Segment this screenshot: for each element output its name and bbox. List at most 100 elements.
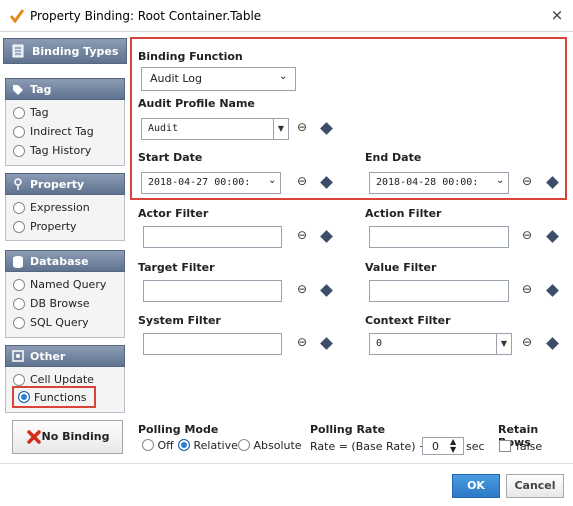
retain-rows-value: false <box>516 440 543 453</box>
polling-relative-radio[interactable]: Relative <box>178 439 238 452</box>
binding-types-label: Binding Types <box>32 45 119 58</box>
polling-rate-spinner[interactable]: 0 ▲ ▼ <box>422 437 464 455</box>
radio-circle <box>13 202 25 214</box>
dropdown-arrow-icon[interactable]: ▼ <box>273 119 288 139</box>
binding-types-icon <box>12 44 24 58</box>
radio-db-browse[interactable]: DB Browse <box>13 297 90 310</box>
radio-label: Tag <box>30 106 49 119</box>
cancel-button[interactable]: Cancel <box>506 474 564 498</box>
radio-circle <box>13 374 25 386</box>
section-other-header[interactable]: Other <box>5 345 125 367</box>
link-icon[interactable]: ⊖ <box>297 335 307 349</box>
radio-label: Property <box>30 220 77 233</box>
tag-icon[interactable] <box>320 337 333 350</box>
polling-absolute-radio[interactable]: Absolute <box>238 439 302 452</box>
radio-circle <box>13 317 25 329</box>
property-icon <box>14 178 22 190</box>
polling-off-label: Off <box>157 439 174 452</box>
no-binding-label: No Binding <box>41 430 110 443</box>
radio-circle <box>13 221 25 233</box>
dropdown-arrow-icon[interactable]: ▼ <box>496 334 511 354</box>
link-icon[interactable]: ⊖ <box>522 174 532 188</box>
radio-functions[interactable]: Functions <box>12 386 96 408</box>
start-date-picker[interactable]: 2018-04-27 00:00: ⌄ <box>141 172 281 194</box>
section-property-header[interactable]: Property <box>5 173 125 195</box>
section-database-body: Named Query DB Browse SQL Query <box>5 272 125 338</box>
binding-function-label: Binding Function <box>138 50 243 63</box>
radio-property[interactable]: Property <box>13 220 77 233</box>
link-icon[interactable]: ⊖ <box>522 335 532 349</box>
no-binding-button[interactable]: No Binding <box>12 420 123 454</box>
link-icon[interactable]: ⊖ <box>297 120 307 134</box>
polling-rate-label: Polling Rate <box>310 423 386 436</box>
action-filter-label: Action Filter <box>365 207 442 220</box>
polling-relative-label: Relative <box>193 439 238 452</box>
radio-circle <box>13 126 25 138</box>
context-filter-combo[interactable]: 0 ▼ <box>369 333 512 355</box>
radio-circle-selected <box>18 391 30 403</box>
radio-label: Named Query <box>30 278 107 291</box>
radio-indirect-tag[interactable]: Indirect Tag <box>13 125 94 138</box>
tag-icon[interactable] <box>546 337 559 350</box>
radio-label: DB Browse <box>30 297 90 310</box>
link-icon[interactable]: ⊖ <box>297 282 307 296</box>
close-button[interactable]: × <box>549 6 565 24</box>
binding-types-header: Binding Types <box>3 38 127 64</box>
section-property-title: Property <box>30 178 85 191</box>
target-filter-input[interactable] <box>143 280 282 302</box>
tag-icon[interactable] <box>320 284 333 297</box>
action-filter-input[interactable] <box>369 226 509 248</box>
radio-circle <box>13 298 25 310</box>
radio-cell-update[interactable]: Cell Update <box>13 373 94 386</box>
tag-icon[interactable] <box>546 284 559 297</box>
section-database-header[interactable]: Database <box>5 250 125 272</box>
polling-off-radio[interactable]: Off <box>142 439 174 452</box>
radio-label: SQL Query <box>30 316 89 329</box>
retain-rows-checkbox[interactable] <box>499 440 511 452</box>
polling-rate-text: Rate = (Base Rate) +/- <box>310 440 436 453</box>
radio-named-query[interactable]: Named Query <box>13 278 107 291</box>
tag-icon[interactable] <box>546 230 559 243</box>
ok-button[interactable]: OK <box>452 474 500 498</box>
end-date-picker[interactable]: 2018-04-28 00:00: ⌄ <box>369 172 509 194</box>
radio-label: Indirect Tag <box>30 125 94 138</box>
actor-filter-label: Actor Filter <box>138 207 209 220</box>
radio-label: Functions <box>34 391 87 404</box>
link-icon[interactable]: ⊖ <box>297 228 307 242</box>
other-icon <box>12 350 24 362</box>
binding-function-select[interactable]: Audit Log ⌄ <box>141 67 296 91</box>
section-tag-header[interactable]: Tag <box>5 78 125 100</box>
system-filter-input[interactable] <box>143 333 282 355</box>
tag-icon[interactable] <box>320 230 333 243</box>
link-icon[interactable]: ⊖ <box>522 228 532 242</box>
section-property-body: Expression Property <box>5 195 125 241</box>
radio-circle <box>238 439 250 451</box>
chevron-down-icon: ⌄ <box>279 71 288 82</box>
binding-check-icon <box>9 9 25 24</box>
radio-expression[interactable]: Expression <box>13 201 90 214</box>
database-icon <box>13 256 23 268</box>
radio-tag[interactable]: Tag <box>13 106 49 119</box>
audit-profile-value: Audit <box>148 123 179 134</box>
radio-sql-query[interactable]: SQL Query <box>13 316 89 329</box>
system-filter-label: System Filter <box>138 314 221 327</box>
tag-icon <box>13 85 23 95</box>
title-bar: Property Binding: Root Container.Table × <box>0 0 573 32</box>
radio-tag-history[interactable]: Tag History <box>13 144 92 157</box>
polling-absolute-label: Absolute <box>253 439 302 452</box>
radio-circle-selected <box>178 439 190 451</box>
audit-profile-combo[interactable]: Audit ▼ <box>141 118 289 140</box>
radio-label: Tag History <box>30 144 92 157</box>
section-tag-title: Tag <box>30 83 52 96</box>
context-filter-label: Context Filter <box>365 314 451 327</box>
end-date-value: 2018-04-28 00:00: <box>376 177 479 188</box>
actor-filter-input[interactable] <box>143 226 282 248</box>
section-database-title: Database <box>30 255 89 268</box>
spinner-arrows-icon[interactable]: ▲ ▼ <box>450 438 456 454</box>
sec-label: sec <box>466 440 485 453</box>
link-icon[interactable]: ⊖ <box>297 174 307 188</box>
value-filter-input[interactable] <box>369 280 509 302</box>
polling-mode-label: Polling Mode <box>138 423 219 436</box>
end-date-label: End Date <box>365 151 422 164</box>
link-icon[interactable]: ⊖ <box>522 282 532 296</box>
